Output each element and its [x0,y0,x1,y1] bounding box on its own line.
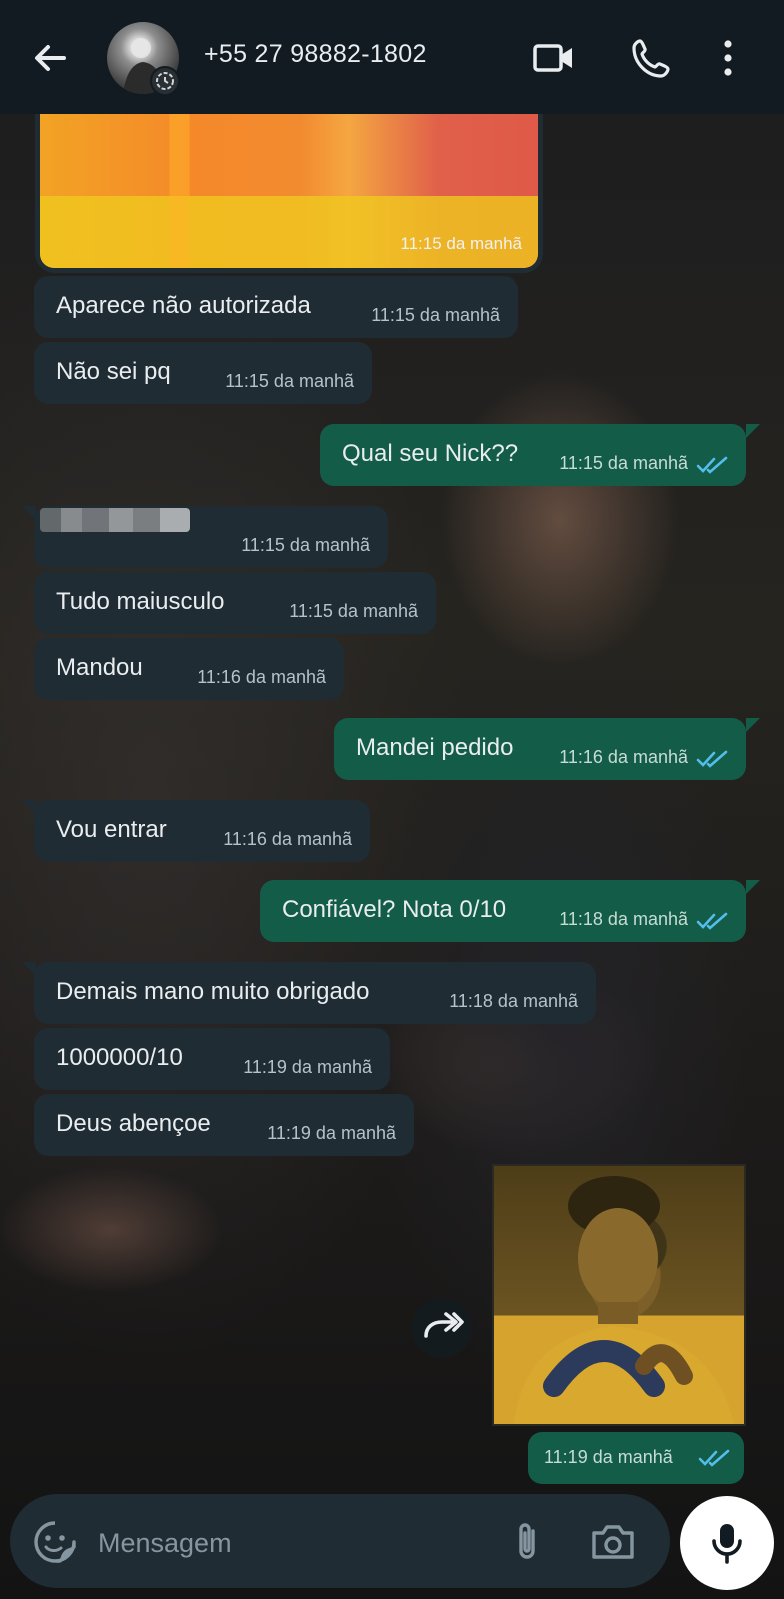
message-time: 11:15 da manhã [371,305,500,325]
bubble-tail [746,424,760,438]
incoming-message[interactable]: Deus abençoe 11:19 da manhã [34,1094,414,1156]
incoming-image-message[interactable]: 11:15 da manhã [40,108,538,268]
outgoing-message[interactable]: Mandei pedido 11:16 da manhã [334,718,746,780]
bubble-tail [22,962,36,976]
incoming-message[interactable]: Demais mano muito obrigado 11:18 da manh… [34,962,596,1024]
message-time: 11:15 da manhã [400,234,522,253]
incoming-message[interactable]: Mandou 11:16 da manhã [34,638,344,700]
message-text: Qual seu Nick?? [342,440,519,467]
camera-icon[interactable] [588,1519,638,1565]
microphone-button[interactable] [680,1496,774,1590]
read-receipt-icon [696,750,728,768]
message-time: 11:19 da manhã [267,1123,396,1143]
message-text: Mandei pedido [356,734,514,761]
message-composer [10,1494,670,1588]
message-text: Tudo maiusculo [56,588,225,615]
read-receipt-icon [696,912,728,930]
incoming-message[interactable]: Tudo maiusculo 11:15 da manhã [34,572,436,634]
message-text: Mandou [56,654,143,681]
bubble-tail [22,800,36,814]
forward-icon[interactable] [412,1298,472,1358]
message-time: 11:15 da manhã [225,371,354,391]
sticker-emoji-icon[interactable] [32,1519,78,1565]
read-receipt-icon [698,1449,730,1467]
image-meta: 11:19 da manhã [528,1432,744,1484]
bubble-tail [22,506,36,520]
chat-header: +55 27 98882-1802 [0,0,784,114]
incoming-message[interactable]: Aparece não autorizada 11:15 da manhã [34,276,518,338]
back-arrow-icon[interactable] [30,38,70,78]
message-time: 11:15 da manhã [289,601,418,621]
status-clock-icon [150,66,180,96]
video-call-icon[interactable] [532,36,576,80]
phone-call-icon[interactable] [630,36,674,80]
outgoing-image-message[interactable] [492,1164,746,1426]
message-time: 11:16 da manhã [559,747,688,767]
microphone-icon [712,1524,742,1564]
message-text: Confiável? Nota 0/10 [282,896,507,923]
image-thumbnail [514,1176,734,1424]
bubble-tail [746,880,760,894]
message-time: 11:18 da manhã [559,909,688,929]
message-text: Deus abençoe [56,1110,211,1137]
redacted-text [40,508,190,532]
read-receipt-icon [696,456,728,474]
message-text: Não sei pq [56,358,171,385]
message-time: 11:19 da manhã [243,1057,372,1077]
incoming-message[interactable]: 1000000/10 11:19 da manhã [34,1028,390,1090]
message-time: 11:15 da manhã [241,535,370,555]
bubble-tail [746,718,760,732]
contact-name[interactable]: +55 27 98882-1802 [204,40,427,69]
message-text: Aparece não autorizada [56,292,311,319]
message-time: 11:16 da manhã [223,829,352,849]
message-text: Vou entrar [56,816,167,843]
message-text: Demais mano muito obrigado [56,978,370,1005]
message-time: 11:15 da manhã [559,453,688,473]
message-text: 1000000/10 [56,1044,183,1071]
message-time: 11:16 da manhã [197,667,326,687]
message-time: 11:19 da manhã [544,1447,673,1467]
incoming-message[interactable]: Vou entrar 11:16 da manhã [34,800,370,862]
incoming-message[interactable]: Não sei pq 11:15 da manhã [34,342,372,404]
attachment-clip-icon[interactable] [505,1519,551,1565]
outgoing-message[interactable]: Confiável? Nota 0/10 11:18 da manhã [260,880,746,942]
message-time: 11:18 da manhã [449,991,578,1011]
outgoing-message[interactable]: Qual seu Nick?? 11:15 da manhã [320,424,746,486]
more-options-icon[interactable] [718,36,762,80]
message-input[interactable] [96,1524,460,1562]
